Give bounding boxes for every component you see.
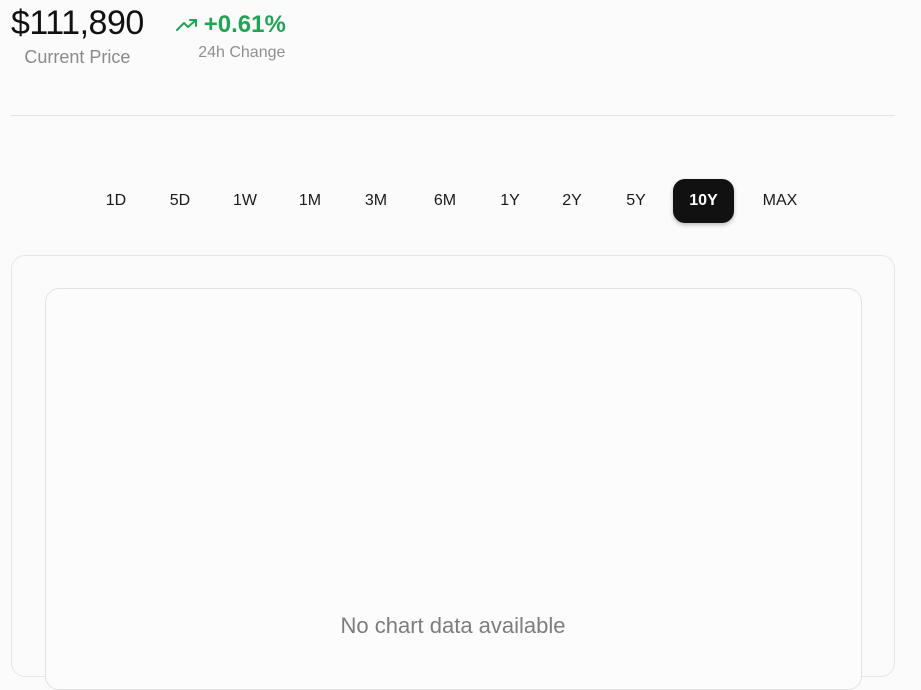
change-row: +0.61%	[175, 10, 286, 40]
range-button-max[interactable]: MAX	[755, 179, 805, 223]
change-value: +0.61%	[203, 11, 286, 38]
change-block: +0.61% 24h Change	[175, 10, 286, 63]
header-divider	[11, 115, 895, 116]
range-button-5d[interactable]: 5D	[159, 179, 201, 223]
range-button-3m[interactable]: 3M	[354, 179, 398, 223]
range-button-5y[interactable]: 5Y	[615, 179, 657, 223]
empty-chart-message: No chart data available	[340, 613, 566, 638]
current-price-label: Current Price	[24, 47, 131, 67]
range-button-6m[interactable]: 6M	[423, 179, 467, 223]
range-button-1y[interactable]: 1Y	[490, 179, 530, 223]
trending-up-icon	[175, 17, 198, 33]
range-button-10y[interactable]: 10Y	[673, 179, 734, 223]
change-label: 24h Change	[198, 44, 286, 61]
price-header: $111,890 Current Price +0.61% 24h Change	[11, 0, 286, 68]
current-price-block: $111,890 Current Price	[11, 0, 144, 68]
range-button-2y[interactable]: 2Y	[551, 179, 593, 223]
current-price-value: $111,890	[11, 4, 144, 42]
time-range-selector: 1D 5D 1W 1M 3M 6M 1Y 2Y 5Y 10Y MAX	[0, 179, 921, 223]
range-button-1w[interactable]: 1W	[224, 179, 266, 223]
range-button-1d[interactable]: 1D	[96, 179, 136, 223]
range-button-1m[interactable]: 1M	[289, 179, 331, 223]
